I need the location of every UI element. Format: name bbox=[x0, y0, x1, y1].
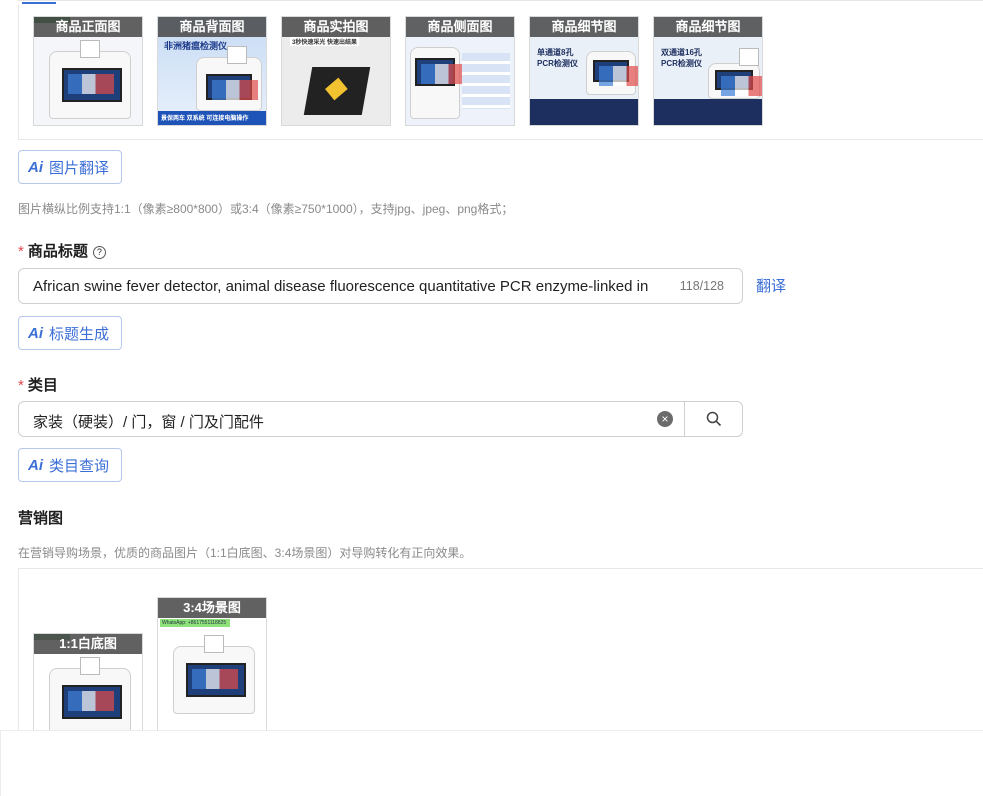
thumb-headline: 单通道8孔 PCR检测仪 bbox=[537, 48, 578, 68]
title-generate-button[interactable]: Ai 标题生成 bbox=[18, 316, 122, 350]
search-icon bbox=[706, 411, 722, 427]
bottom-action-bar bbox=[0, 730, 983, 796]
image-translate-button[interactable]: Ai 图片翻译 bbox=[18, 150, 122, 184]
category-search-button[interactable] bbox=[684, 402, 743, 436]
marketing-thumb-scene[interactable]: WhatsApp: +8617551118825 3:4场景图 bbox=[157, 597, 267, 743]
thumb-headline: 非洲猪瘟检测仪 bbox=[164, 41, 228, 51]
thumb-label: 商品细节图 bbox=[530, 17, 638, 37]
pcr-device-illustration bbox=[586, 51, 638, 95]
label-text: 类目 bbox=[27, 377, 58, 394]
title-field-label: * 商品标题? bbox=[18, 240, 106, 261]
ai-icon: Ai bbox=[28, 158, 43, 176]
category-query-button[interactable]: Ai 类目查询 bbox=[18, 448, 122, 482]
button-label: 类目查询 bbox=[49, 457, 110, 475]
feature-list bbox=[462, 53, 510, 109]
thumb-label: 商品背面图 bbox=[158, 17, 266, 37]
product-thumb-front[interactable]: 商品正面图 bbox=[33, 16, 143, 126]
product-thumb-side[interactable]: 商品侧面图 bbox=[405, 16, 515, 126]
pcr-device-illustration bbox=[196, 46, 262, 111]
ai-icon: Ai bbox=[28, 324, 43, 342]
whatsapp-tag: WhatsApp: +8617551118825 bbox=[160, 619, 230, 627]
label-text: 商品标题 bbox=[27, 243, 88, 260]
required-mark: * bbox=[18, 377, 24, 394]
marketing-image-gallery: 1:1白底图 WhatsApp: +8617551118825 3:4场景图 bbox=[18, 568, 983, 743]
title-input-value: African swine fever detector, animal dis… bbox=[33, 278, 649, 295]
product-thumb-detail-1[interactable]: 单通道8孔 PCR检测仪 商品细节图 bbox=[529, 16, 639, 126]
help-icon[interactable]: ? bbox=[92, 246, 106, 259]
category-field-label: * 类目 bbox=[18, 374, 58, 395]
thumb-footer-bar bbox=[654, 99, 762, 125]
thumb-footer-bar bbox=[530, 99, 638, 125]
required-mark: * bbox=[18, 243, 24, 260]
pcr-device-illustration bbox=[173, 635, 255, 714]
thumb-footer: 景保两车 双系统 可连接电脑操作 bbox=[161, 116, 249, 122]
pcr-device-illustration bbox=[708, 48, 762, 99]
pcr-device-illustration bbox=[410, 47, 467, 119]
thumb-label: 商品侧面图 bbox=[406, 17, 514, 37]
thumb-label: 1:1白底图 bbox=[34, 634, 142, 654]
thumb-label: 3:4场景图 bbox=[158, 598, 266, 618]
thumb-label: 商品细节图 bbox=[654, 17, 762, 37]
char-counter: 118/128 bbox=[671, 279, 724, 293]
thumb-label: 商品实拍图 bbox=[282, 17, 390, 37]
clear-icon[interactable]: × bbox=[657, 411, 673, 427]
category-value: 家装（硬装）/ 门，窗 / 门及门配件 bbox=[33, 414, 264, 431]
product-image-gallery: 商品正面图 非洲猪瘟检测仪 景保两车 双系统 可连接电脑操作 商品背面图 3秒快… bbox=[18, 4, 983, 140]
button-label: 图片翻译 bbox=[49, 159, 110, 177]
image-format-hint: 图片横纵比例支持1:1（像素≥800*800）或3:4（像素≥750*1000）… bbox=[18, 202, 514, 216]
product-thumb-back[interactable]: 非洲猪瘟检测仪 景保两车 双系统 可连接电脑操作 商品背面图 bbox=[157, 16, 267, 126]
marketing-thumb-white-bg[interactable]: 1:1白底图 bbox=[33, 633, 143, 743]
marketing-images-label: 营销图 bbox=[18, 510, 64, 527]
title-input[interactable]: African swine fever detector, animal dis… bbox=[18, 268, 743, 304]
button-label: 标题生成 bbox=[49, 325, 110, 343]
product-thumb-detail-2[interactable]: 双通道16孔 PCR检测仪 商品细节图 bbox=[653, 16, 763, 126]
instrument-photo bbox=[303, 67, 371, 115]
pcr-device-illustration bbox=[49, 657, 131, 736]
thumb-label: 商品正面图 bbox=[34, 17, 142, 37]
marketing-hint: 在营销导购场景，优质的商品图片（1:1白底图、3:4场景图）对导购转化有正向效果… bbox=[18, 546, 472, 560]
ai-icon: Ai bbox=[28, 456, 43, 474]
product-thumb-photo[interactable]: 3秒快速采光 快速出结果 商品实拍图 bbox=[281, 16, 391, 126]
category-select[interactable]: 家装（硬装）/ 门，窗 / 门及门配件 × bbox=[18, 401, 743, 437]
title-translate-link[interactable]: 翻译 bbox=[756, 275, 786, 296]
pcr-device-illustration bbox=[49, 40, 131, 119]
thumb-headline: 3秒快速采光 快速出结果 bbox=[290, 37, 360, 46]
thumb-headline: 双通道16孔 PCR检测仪 bbox=[661, 48, 702, 68]
